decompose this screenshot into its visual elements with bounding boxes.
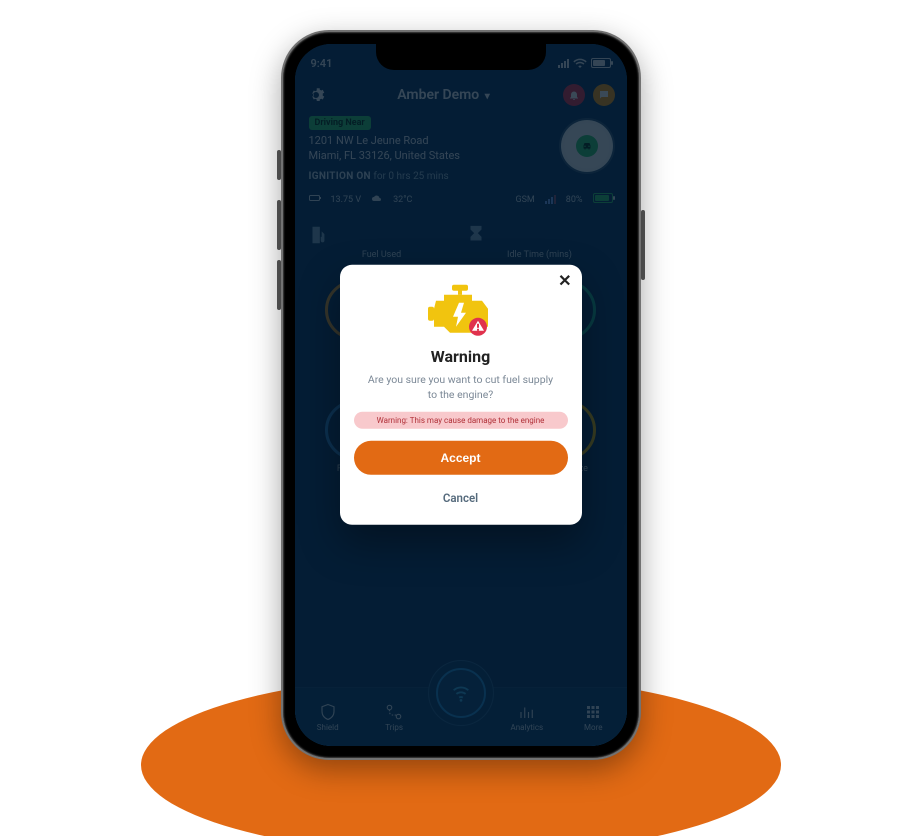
accept-button[interactable]: Accept: [354, 441, 568, 475]
phone-screen: 9:41 Amber Demo ▾: [295, 44, 627, 746]
modal-warning-pill: Warning: This may cause damage to the en…: [354, 412, 568, 429]
phone-mockup: 9:41 Amber Demo ▾: [281, 30, 641, 760]
close-button[interactable]: ✕: [558, 273, 571, 289]
phone-side-button: [641, 210, 645, 280]
modal-title: Warning: [354, 347, 568, 366]
cancel-button[interactable]: Cancel: [354, 487, 568, 509]
phone-notch: [376, 44, 546, 70]
modal-message: Are you sure you want to cut fuel supply…: [368, 372, 554, 402]
engine-warning-icon: [426, 283, 496, 339]
warning-modal: ✕: [340, 265, 582, 525]
